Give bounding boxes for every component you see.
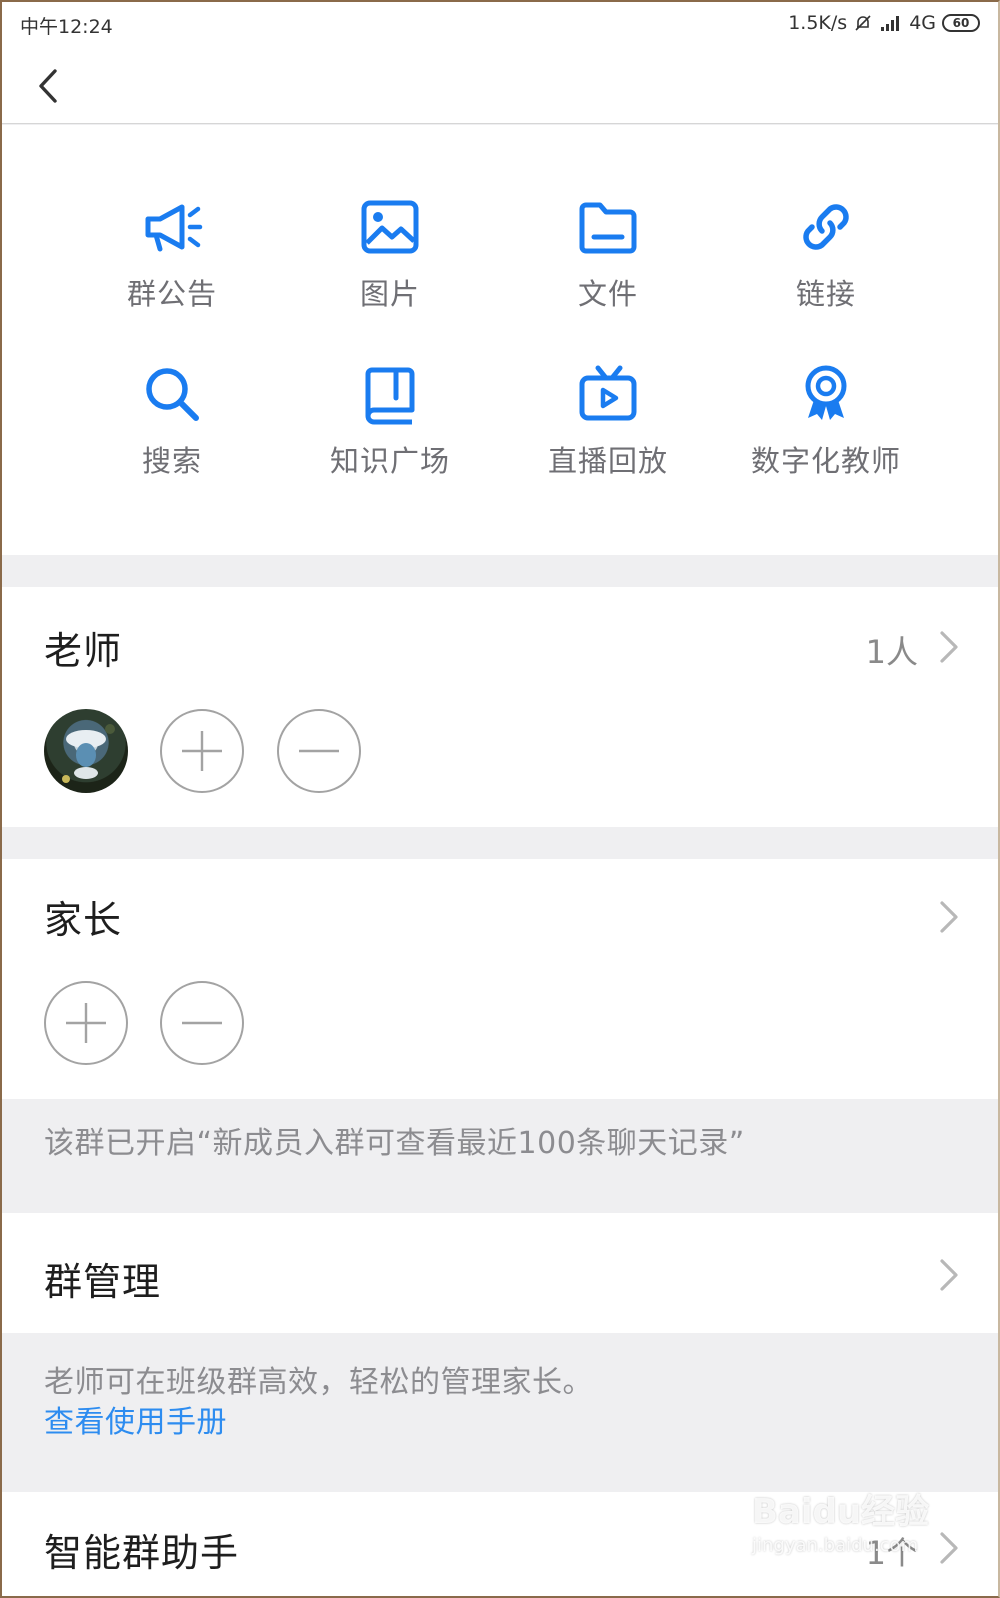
signal-icon (881, 16, 900, 31)
mute-bell-icon (855, 15, 871, 31)
quick-action-label: 数字化教师 (750, 444, 901, 478)
quick-action-label: 知识广场 (329, 444, 450, 478)
quick-action-label: 图片 (359, 277, 420, 311)
history-notice: 该群已开启“新成员入群可查看最近100条聊天记录” (44, 1126, 745, 1161)
remove-parent-button[interactable] (160, 981, 244, 1065)
tv-play-icon (576, 362, 640, 426)
quick-action-label: 群公告 (126, 277, 217, 311)
add-teacher-button[interactable] (160, 709, 244, 793)
quick-action-live-replay[interactable]: 直播回放 (499, 362, 717, 492)
avatar[interactable] (44, 709, 128, 793)
nav-bar (0, 48, 1000, 124)
teachers-section: 老师 1人 (0, 587, 1000, 827)
chevron-right-icon (934, 897, 964, 937)
teachers-header[interactable]: 老师 1人 (0, 587, 1000, 697)
quick-actions-grid: 群公告 图片 文件 链接 搜索 知识广场 直播回放 数字化教师 (0, 125, 1000, 555)
group-manage-row[interactable]: 群管理 (0, 1213, 1000, 1333)
manual-link[interactable]: 查看使用手册 (44, 1397, 227, 1441)
chevron-right-icon (934, 1528, 964, 1568)
plus-icon (182, 731, 222, 771)
book-icon (358, 362, 422, 426)
folder-icon (576, 195, 640, 259)
quick-action-label: 文件 (577, 277, 638, 311)
quick-action-links[interactable]: 链接 (717, 195, 935, 325)
network-type: 4G (909, 12, 936, 34)
quick-action-label: 直播回放 (547, 444, 668, 478)
award-badge-icon (794, 362, 858, 426)
smart-assistant-row[interactable]: 智能群助手 1个 (0, 1492, 1000, 1598)
section-title: 群管理 (44, 1260, 162, 1304)
quick-action-search[interactable]: 搜索 (63, 362, 281, 492)
status-bar: 中午12:24 1.5K/s 4G 60 (0, 0, 1000, 48)
teacher-count: 1人 (865, 633, 918, 671)
image-icon (358, 195, 422, 259)
plus-icon (66, 1003, 106, 1043)
quick-action-label: 搜索 (141, 444, 202, 478)
manage-note: 老师可在班级群高效，轻松的管理家长。 (44, 1365, 593, 1400)
megaphone-icon (140, 195, 204, 259)
battery-icon: 60 (942, 14, 980, 32)
status-time: 中午12:24 (20, 16, 113, 38)
avatar-image (62, 724, 115, 783)
section-title: 家长 (44, 898, 123, 942)
quick-action-files[interactable]: 文件 (499, 195, 717, 325)
quick-action-knowledge[interactable]: 知识广场 (281, 362, 499, 492)
remove-teacher-button[interactable] (277, 709, 361, 793)
status-indicators: 1.5K/s 4G 60 (788, 12, 980, 34)
back-button[interactable] (28, 66, 68, 106)
minus-icon (299, 749, 339, 753)
quick-action-digital-teacher[interactable]: 数字化教师 (717, 362, 935, 492)
minus-icon (182, 1021, 222, 1025)
section-title: 老师 (44, 629, 123, 673)
assistant-count: 1个 (865, 1534, 918, 1572)
add-parent-button[interactable] (44, 981, 128, 1065)
link-icon (794, 195, 858, 259)
quick-action-label: 链接 (795, 277, 856, 311)
quick-action-announcement[interactable]: 群公告 (63, 195, 281, 325)
chevron-right-icon (934, 1255, 964, 1295)
chevron-left-icon (39, 69, 57, 103)
parents-header[interactable]: 家长 (0, 859, 1000, 969)
section-title: 智能群助手 (44, 1531, 240, 1575)
search-icon (140, 362, 204, 426)
chevron-right-icon (934, 627, 964, 667)
parents-section: 家长 (0, 859, 1000, 1099)
network-speed: 1.5K/s (788, 12, 848, 34)
quick-action-images[interactable]: 图片 (281, 195, 499, 325)
